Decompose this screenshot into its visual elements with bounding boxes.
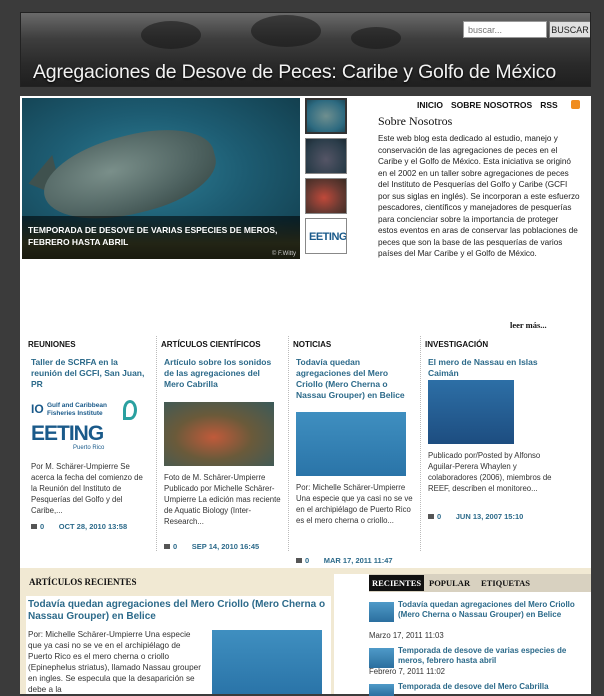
category-column-reuniones: REUNIONES Taller de SCRFA en la reunión … bbox=[24, 336, 152, 551]
sidebar-item-date: Febrero 7, 2011 11:02 bbox=[369, 667, 446, 676]
post-thumbnail[interactable] bbox=[428, 380, 514, 444]
post-date: SEP 14, 2010 16:45 bbox=[191, 542, 260, 551]
slide-thumbnail[interactable] bbox=[305, 178, 347, 214]
comment-icon bbox=[296, 558, 302, 563]
comment-count[interactable]: 0 bbox=[173, 542, 177, 551]
logo-emblem-icon bbox=[123, 400, 137, 420]
search-button[interactable]: BUSCAR bbox=[549, 21, 590, 38]
nav-item-inicio[interactable]: INICIO bbox=[417, 100, 443, 110]
site-header: Agregaciones de Desove de Peces: Caribe … bbox=[20, 12, 591, 87]
post-title-link[interactable]: Artículo sobre los sonidos de las agrega… bbox=[164, 357, 282, 390]
tab-etiquetas[interactable]: ETIQUETAS bbox=[478, 575, 533, 591]
post-thumbnail[interactable] bbox=[164, 402, 274, 466]
post-meta: 0 OCT 28, 2010 13:58 bbox=[31, 522, 149, 531]
header-fish-silhouette bbox=[141, 21, 201, 49]
post-excerpt: Por: Michelle Schärer-Umpierre Una espec… bbox=[296, 483, 413, 525]
comment-icon bbox=[31, 524, 37, 529]
nav-item-rss[interactable]: RSS bbox=[540, 100, 557, 110]
about-title: Sobre Nosotros bbox=[378, 114, 453, 128]
tab-popular[interactable]: POPULAR bbox=[426, 575, 473, 591]
logo-line-2: Fisheries Institute bbox=[47, 410, 103, 417]
logo-big-text: EETING bbox=[31, 422, 104, 445]
about-text: Este web blog esta dedicado al estudio, … bbox=[378, 134, 580, 258]
slide-thumbnail[interactable] bbox=[305, 138, 347, 174]
sidebar-tabs: RECIENTES POPULAR ETIQUETAS bbox=[369, 574, 591, 592]
logo-text: Gulf and Caribbean Fisheries Institute bbox=[47, 402, 107, 418]
rss-icon[interactable] bbox=[571, 100, 580, 109]
category-heading[interactable]: ARTÍCULOS CIENTÍFICOS bbox=[161, 340, 261, 349]
logo-line-1: Gulf and Caribbean bbox=[47, 402, 107, 409]
post-meta: 0 JUN 13, 2007 15:10 bbox=[428, 512, 546, 521]
recent-article-thumbnail[interactable] bbox=[212, 630, 322, 694]
post-date: OCT 28, 2010 13:58 bbox=[58, 522, 128, 531]
search-input[interactable] bbox=[463, 21, 547, 38]
post-title-link[interactable]: El mero de Nassau en Islas Caimán bbox=[428, 357, 546, 379]
thumbnail-logo-text: EETING bbox=[309, 231, 347, 243]
photo-credit: © F.Witty bbox=[271, 251, 296, 257]
comment-count[interactable]: 0 bbox=[437, 512, 441, 521]
header-fish-silhouette bbox=[351, 27, 401, 49]
recent-articles-section: ARTÍCULOS RECIENTES Todavía quedan agreg… bbox=[20, 574, 334, 694]
read-more-link[interactable]: leer más... bbox=[510, 320, 547, 330]
slideshow-thumbnails: EETING bbox=[305, 98, 347, 258]
sidebar-item-thumbnail[interactable] bbox=[369, 684, 394, 696]
category-heading[interactable]: NOTICIAS bbox=[293, 340, 331, 349]
comment-icon bbox=[164, 544, 170, 549]
post-thumbnail[interactable] bbox=[296, 412, 406, 476]
tab-recientes[interactable]: RECIENTES bbox=[369, 575, 425, 591]
post-meta: 0 MAR 17, 2011 11:47 bbox=[296, 556, 414, 565]
main-content: TEMPORADA DE DESOVE DE VARIAS ESPECIES D… bbox=[20, 96, 591, 696]
category-column-articulos: ARTÍCULOS CIENTÍFICOS Artículo sobre los… bbox=[156, 336, 284, 551]
category-heading[interactable]: REUNIONES bbox=[28, 340, 76, 349]
sidebar-item-date: Marzo 17, 2011 11:03 bbox=[369, 631, 444, 640]
post-date: JUN 13, 2007 15:10 bbox=[455, 512, 524, 521]
sidebar-widget: RECIENTES POPULAR ETIQUETAS Todavía qued… bbox=[366, 574, 591, 696]
post-meta: 0 SEP 14, 2010 16:45 bbox=[164, 542, 282, 551]
sidebar-item-title[interactable]: Temporada de desove de varias especies d… bbox=[398, 646, 588, 666]
sidebar-item-title[interactable]: Temporada de desove del Mero Cabrilla bbox=[398, 682, 588, 692]
top-navigation: INICIO SOBRE NOSOTROS RSS bbox=[417, 100, 566, 110]
sidebar-item-thumbnail[interactable] bbox=[369, 648, 394, 668]
site-title[interactable]: Agregaciones de Desove de Peces: Caribe … bbox=[33, 61, 556, 84]
recent-article-card: Todavía quedan agregaciones del Mero Cri… bbox=[26, 596, 331, 694]
header-fish-silhouette bbox=[251, 15, 321, 47]
comment-count[interactable]: 0 bbox=[305, 556, 309, 565]
logo-fragment: IO bbox=[31, 402, 44, 416]
post-excerpt: Por M. Schärer-Umpierre Se acerca la fec… bbox=[31, 462, 143, 515]
featured-caption[interactable]: TEMPORADA DE DESOVE DE VARIAS ESPECIES D… bbox=[22, 216, 300, 259]
category-column-investigacion: INVESTIGACIÓN El mero de Nassau en Islas… bbox=[420, 336, 570, 551]
post-excerpt: Publicado por/Posted by Alfonso Aguilar-… bbox=[428, 451, 552, 493]
post-date: MAR 17, 2011 11:47 bbox=[323, 556, 393, 565]
comment-count[interactable]: 0 bbox=[40, 522, 44, 531]
slide-thumbnail[interactable] bbox=[305, 98, 347, 134]
slide-thumbnail[interactable]: EETING bbox=[305, 218, 347, 254]
recent-articles-heading: ARTÍCULOS RECIENTES bbox=[29, 577, 137, 587]
comment-icon bbox=[428, 514, 434, 519]
nav-item-sobre-nosotros[interactable]: SOBRE NOSOTROS bbox=[451, 100, 532, 110]
post-excerpt: Foto de M. Schärer-Umpierre Publicado po… bbox=[164, 473, 281, 526]
category-column-noticias: NOTICIAS Todavía quedan agregaciones del… bbox=[288, 336, 416, 565]
recent-article-excerpt: Por: Michelle Schärer-Umpierre Una espec… bbox=[28, 630, 201, 694]
category-heading[interactable]: INVESTIGACIÓN bbox=[425, 340, 488, 349]
post-title-link[interactable]: Todavía quedan agregaciones del Mero Cri… bbox=[296, 357, 414, 401]
recent-article-title[interactable]: Todavía quedan agregaciones del Mero Cri… bbox=[28, 599, 328, 623]
gcfi-logo-image[interactable]: IO Gulf and Caribbean Fisheries Institute… bbox=[31, 398, 141, 462]
sidebar-item-title[interactable]: Todavía quedan agregaciones del Mero Cri… bbox=[398, 600, 588, 620]
post-title-link[interactable]: Taller de SCRFA en la reunión del GCFI, … bbox=[31, 357, 149, 390]
sidebar-item-thumbnail[interactable] bbox=[369, 602, 394, 622]
featured-slideshow[interactable]: TEMPORADA DE DESOVE DE VARIAS ESPECIES D… bbox=[22, 98, 300, 259]
logo-subtext: Puerto Rico bbox=[73, 445, 105, 451]
